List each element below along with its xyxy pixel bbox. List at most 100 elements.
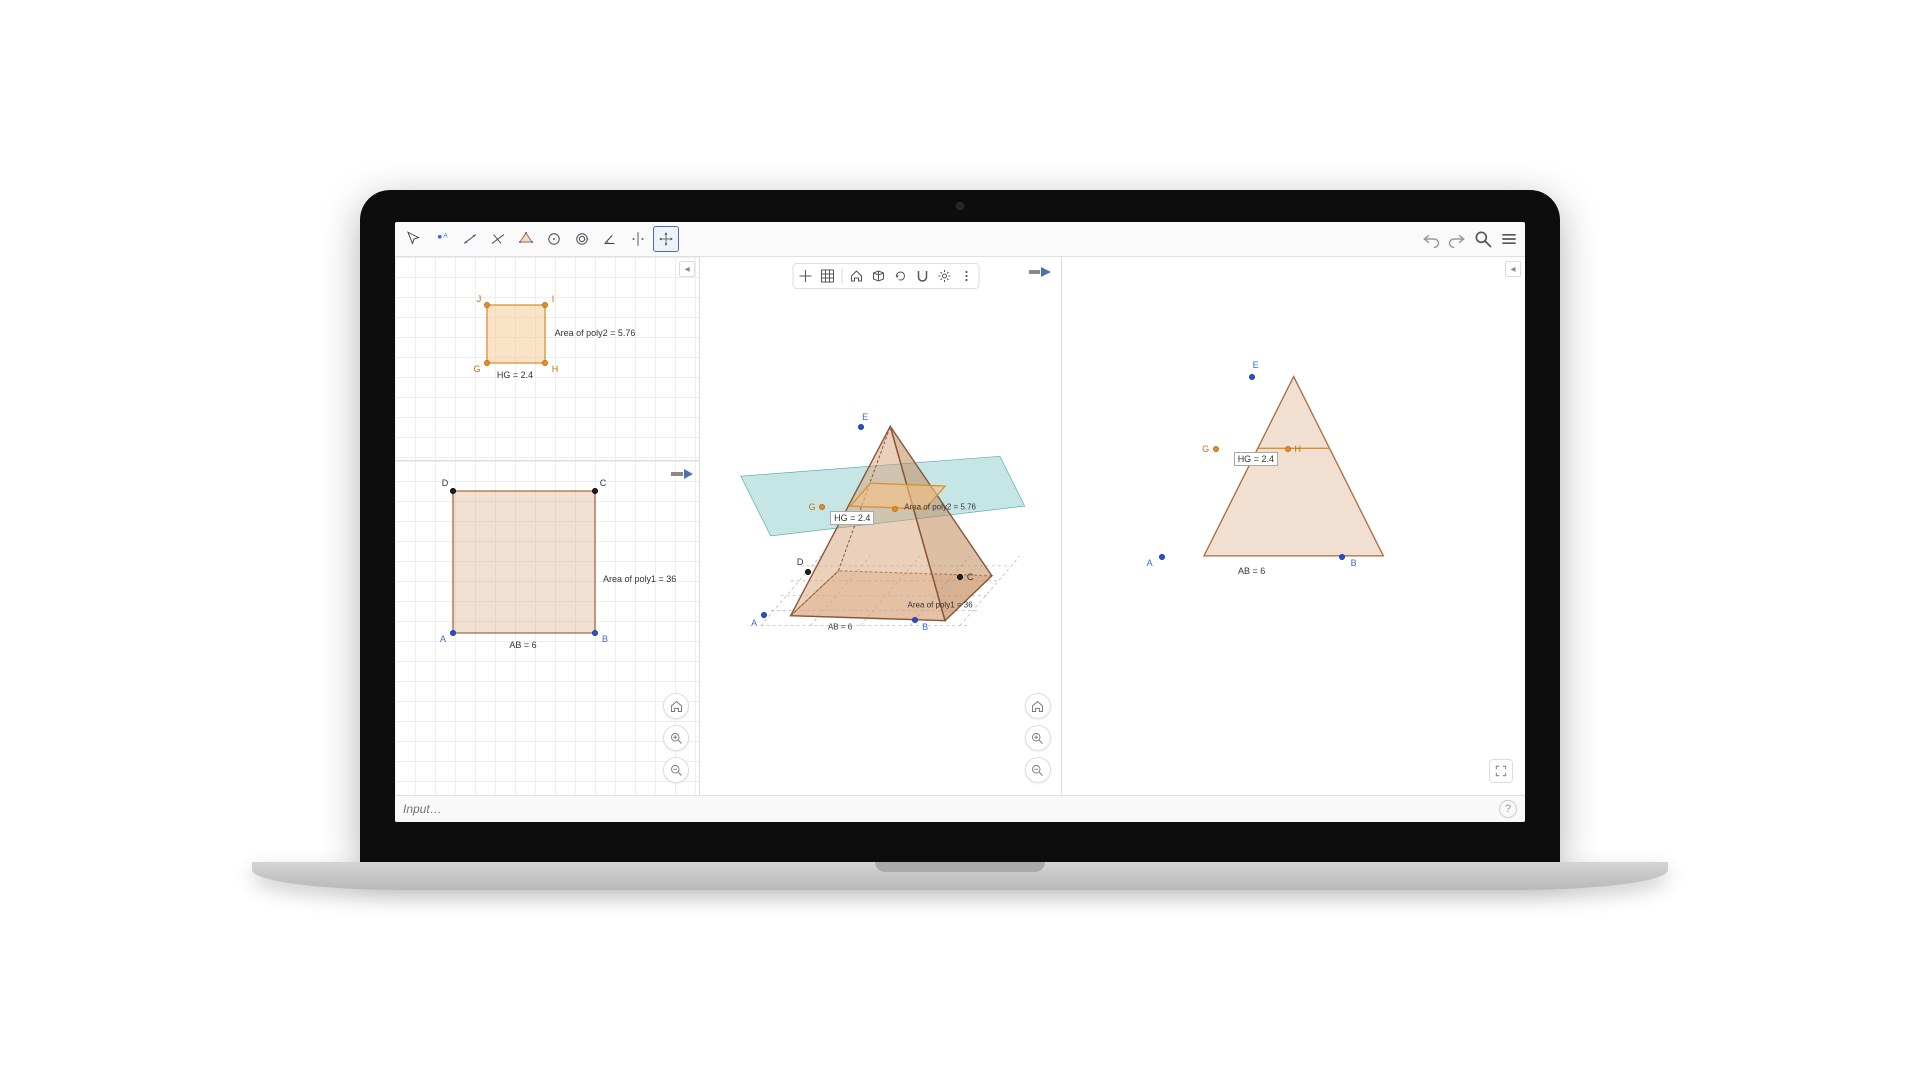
label-I: I: [552, 294, 555, 304]
label-G-tri: G: [1202, 444, 1209, 454]
point-C-3d[interactable]: [957, 574, 963, 580]
label-E-3d: E: [862, 412, 868, 422]
undo-button[interactable]: [1421, 229, 1441, 249]
zoom-in-3d-button[interactable]: [1025, 725, 1051, 751]
hg-label: HG = 2.4: [497, 370, 533, 380]
label-A-3d: A: [751, 618, 757, 628]
label-D-3d: D: [797, 557, 804, 567]
tool-circle-center[interactable]: [541, 226, 567, 252]
large-square-drawing: [395, 461, 699, 795]
laptop-notch: [875, 862, 1045, 872]
zoom-out-3d-button[interactable]: [1025, 757, 1051, 783]
point-B[interactable]: [592, 630, 598, 636]
ab-3d-label: AB = 6: [828, 623, 852, 632]
more-icon[interactable]: [957, 266, 977, 286]
tool-angle[interactable]: [597, 226, 623, 252]
tool-move[interactable]: [401, 226, 427, 252]
nav-buttons: [663, 693, 689, 783]
point-B-tri[interactable]: [1339, 554, 1345, 560]
view-3d-toolbar: [793, 263, 980, 289]
help-button[interactable]: ?: [1499, 800, 1517, 818]
panel-2d-bottom[interactable]: D C B A Area of poly1 = 36 AB = 6: [395, 461, 699, 795]
cube-icon[interactable]: [869, 266, 889, 286]
label-B-3d: B: [922, 622, 928, 632]
panel-triangle[interactable]: ◂ A B E G H HG = 2.4 AB = 6: [1062, 257, 1525, 795]
pyramid-3d-drawing: [700, 257, 1061, 795]
point-I[interactable]: [542, 302, 548, 308]
svg-text:A: A: [444, 234, 448, 240]
tool-perpendicular[interactable]: [485, 226, 511, 252]
point-A-tri[interactable]: [1159, 554, 1165, 560]
settings-icon[interactable]: [935, 266, 955, 286]
menu-icon[interactable]: [1499, 229, 1519, 249]
zoom-out-button[interactable]: [663, 757, 689, 783]
fullscreen-button[interactable]: [1489, 759, 1513, 783]
laptop-bezel: A: [360, 190, 1560, 862]
home-button[interactable]: [663, 693, 689, 719]
label-A-tri: A: [1147, 558, 1153, 568]
label-B: B: [602, 634, 608, 644]
point-G[interactable]: [484, 360, 490, 366]
point-E-tri[interactable]: [1249, 374, 1255, 380]
webcam: [956, 202, 964, 210]
label-C: C: [600, 478, 607, 488]
ab-tri-label: AB = 6: [1238, 566, 1265, 576]
algebra-input[interactable]: [403, 802, 1499, 816]
home-3d-button[interactable]: [1025, 693, 1051, 719]
axes-icon[interactable]: [796, 266, 816, 286]
point-A-3d[interactable]: [761, 612, 767, 618]
label-E-tri: E: [1253, 360, 1259, 370]
workspace: ◂ J I H G Area of poly2 = 5.76 HG =: [395, 257, 1525, 795]
area-poly2-label: Area of poly2 = 5.76: [555, 328, 636, 338]
laptop-frame: A: [360, 190, 1560, 890]
tool-reflect[interactable]: [625, 226, 651, 252]
label-G: G: [473, 364, 480, 374]
area-poly1-3d: Area of poly1 = 36: [908, 601, 973, 610]
panel-3d[interactable]: A B C D E G HG = 2.4 Area of poly2 = 5.7…: [700, 257, 1062, 795]
point-H[interactable]: [542, 360, 548, 366]
app-window: A: [395, 222, 1525, 822]
label-A: A: [440, 634, 446, 644]
point-G-3d[interactable]: [819, 504, 825, 510]
hg-3d-label: HG = 2.4: [830, 511, 874, 525]
laptop-base: [252, 862, 1668, 890]
point-D-3d[interactable]: [805, 569, 811, 575]
tool-line[interactable]: [457, 226, 483, 252]
algebra-input-bar: ?: [395, 795, 1525, 822]
label-G-3d: G: [809, 502, 816, 512]
search-icon[interactable]: [1473, 229, 1493, 249]
tool-polygon[interactable]: [513, 226, 539, 252]
point-A[interactable]: [450, 630, 456, 636]
label-D: D: [442, 478, 449, 488]
point-G-tri[interactable]: [1213, 446, 1219, 452]
rotate-icon[interactable]: [891, 266, 911, 286]
label-J: J: [477, 294, 482, 304]
main-toolbar: A: [395, 222, 1525, 257]
point-B-3d[interactable]: [912, 617, 918, 623]
point-J[interactable]: [484, 302, 490, 308]
panel-2d-top[interactable]: ◂ J I H G Area of poly2 = 5.76 HG =: [395, 257, 699, 461]
point-C[interactable]: [592, 488, 598, 494]
point-H-3d[interactable]: [892, 506, 898, 512]
zoom-in-button[interactable]: [663, 725, 689, 751]
home-view-icon[interactable]: [847, 266, 867, 286]
area-poly1-label: Area of poly1 = 36: [603, 574, 676, 584]
area-poly2-3d: Area of poly2 = 5.76: [904, 503, 976, 512]
left-column: ◂ J I H G Area of poly2 = 5.76 HG =: [395, 257, 700, 795]
magnet-icon[interactable]: [913, 266, 933, 286]
grid-icon[interactable]: [818, 266, 838, 286]
tool-move-view[interactable]: [653, 226, 679, 252]
triangle-drawing: [1062, 257, 1525, 795]
point-H-tri[interactable]: [1285, 446, 1291, 452]
small-square-drawing: [395, 257, 699, 460]
hg-tri-label: HG = 2.4: [1234, 452, 1278, 466]
label-H-tri: H: [1294, 444, 1301, 454]
redo-button[interactable]: [1447, 229, 1467, 249]
label-B-tri: B: [1351, 558, 1357, 568]
point-D[interactable]: [450, 488, 456, 494]
tool-ellipse[interactable]: [569, 226, 595, 252]
nav-buttons-3d: [1025, 693, 1051, 783]
point-E-3d[interactable]: [858, 424, 864, 430]
ab-label: AB = 6: [509, 640, 536, 650]
tool-point[interactable]: A: [429, 226, 455, 252]
